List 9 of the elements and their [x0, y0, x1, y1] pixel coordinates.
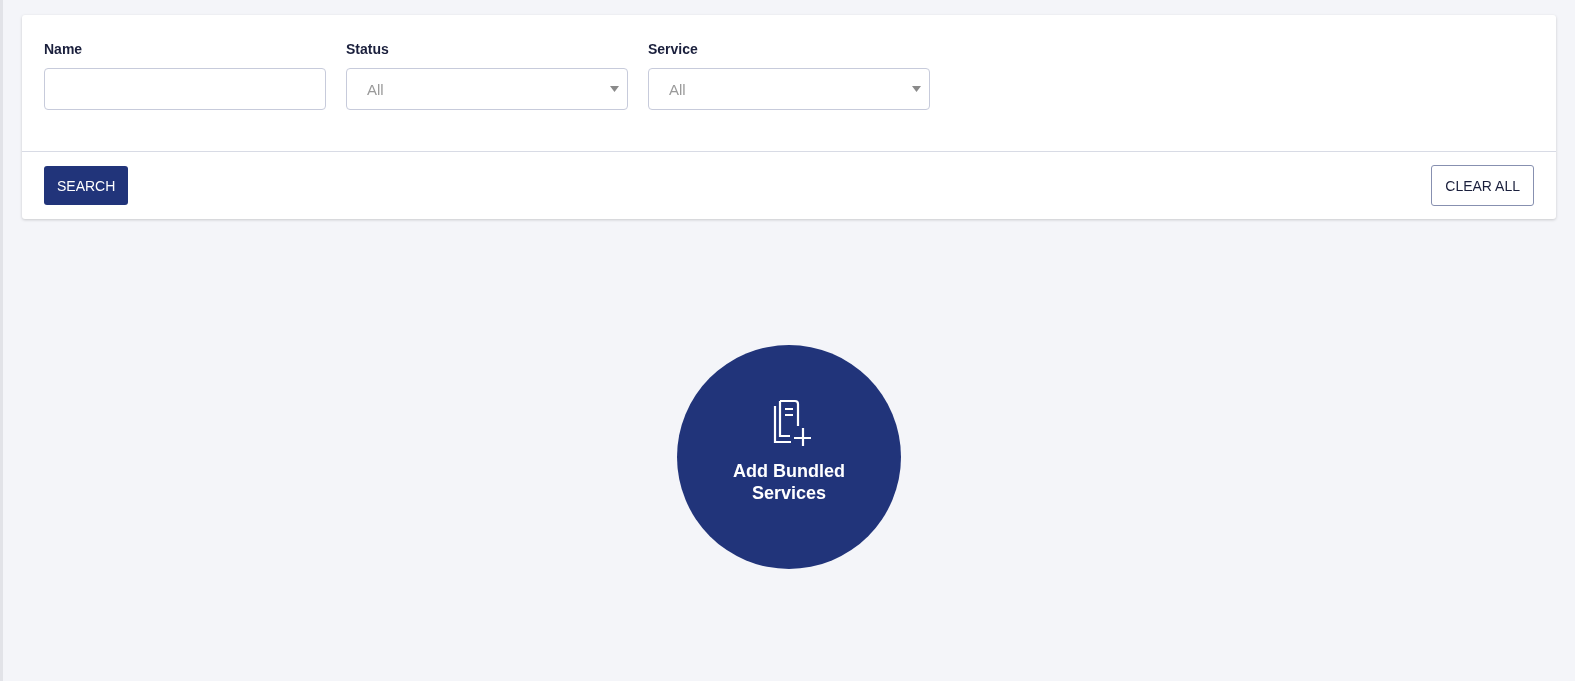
field-label: Name — [44, 41, 84, 57]
text-input-field[interactable] — [44, 68, 326, 110]
clear-all-button[interactable]: CLEAR ALL — [1431, 165, 1534, 206]
caret-icon — [912, 86, 921, 92]
search-button[interactable]: SEARCH — [44, 166, 129, 205]
add-bundled-services-button[interactable]: Add Bundled Services — [677, 345, 901, 569]
field-label: Service — [648, 41, 699, 57]
field-label: Status — [346, 41, 390, 57]
caret-icon — [610, 86, 619, 92]
